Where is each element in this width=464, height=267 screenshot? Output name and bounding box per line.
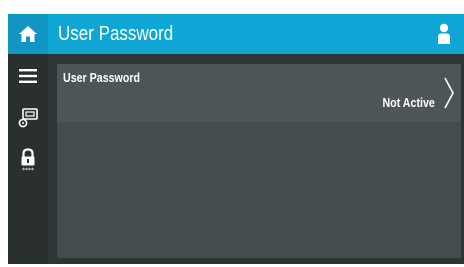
sidebar-item-lock[interactable]: ****: [8, 140, 48, 180]
chevron-right-icon: [444, 77, 454, 109]
row-label: User Password: [63, 70, 141, 85]
sidebar: ****: [8, 54, 48, 264]
sidebar-item-menu[interactable]: [8, 56, 48, 96]
page-title: User Password: [58, 23, 174, 45]
sidebar-item-settings[interactable]: [8, 98, 48, 138]
svg-text:****: ****: [22, 167, 34, 173]
settings-panel: User Password Not Active: [57, 64, 461, 258]
home-icon: [19, 26, 37, 42]
user-button[interactable]: [430, 14, 458, 54]
user-password-row[interactable]: User Password Not Active: [57, 64, 461, 122]
user-icon: [438, 23, 450, 44]
home-button[interactable]: [8, 14, 48, 54]
row-status-value: Not Active: [382, 95, 435, 110]
header-bar: User Password: [8, 14, 464, 54]
menu-icon: [19, 69, 37, 83]
device-screen: User Password **** User Password Not Act…: [8, 14, 464, 264]
settings-icon: [18, 108, 38, 128]
lock-icon: ****: [21, 148, 35, 173]
